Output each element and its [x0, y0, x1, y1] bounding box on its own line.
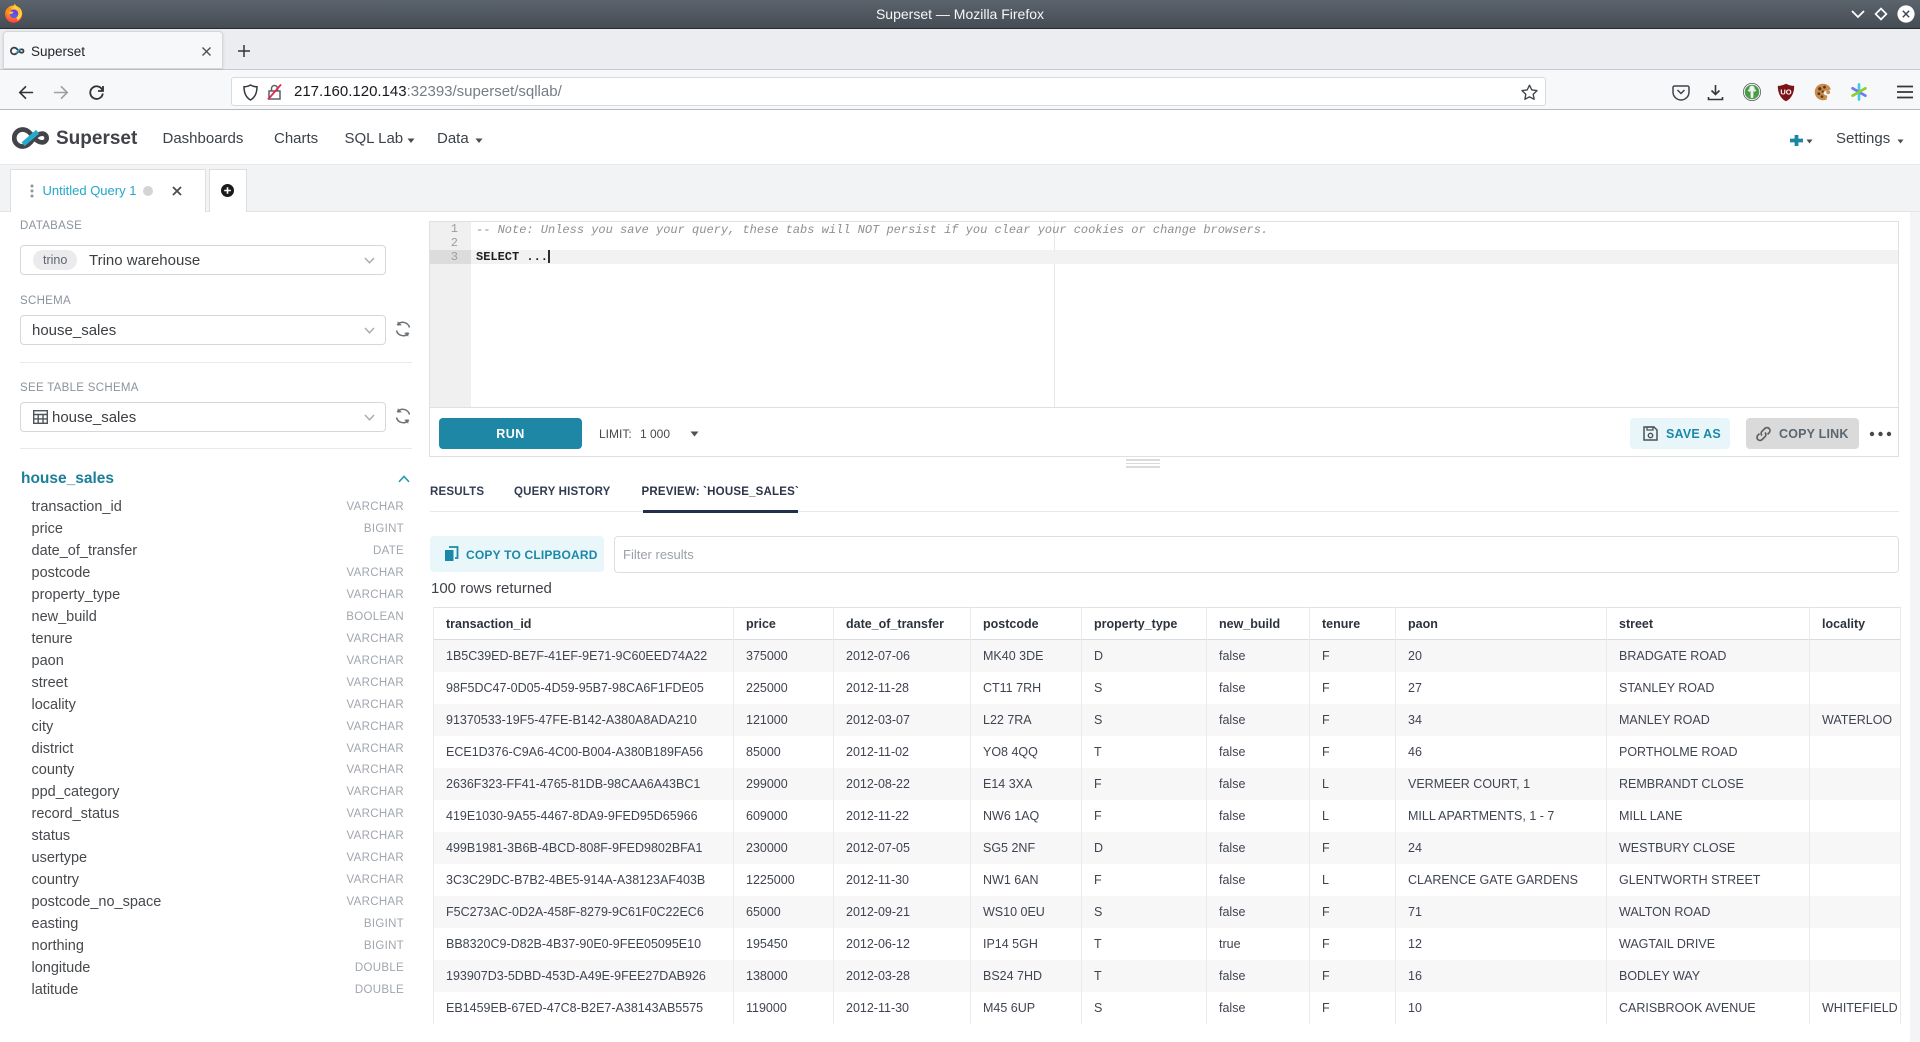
svg-text:UO: UO: [1780, 88, 1791, 97]
